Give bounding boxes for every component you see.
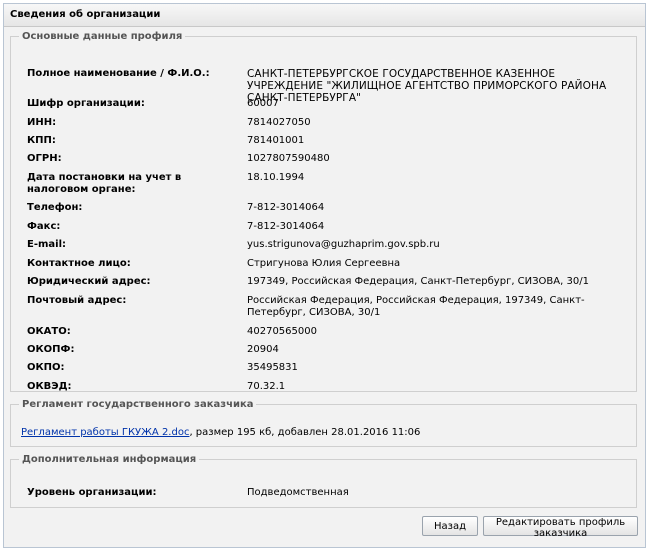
reglament-document-details: , размер 195 кб, добавлен 28.01.2016 11:… <box>189 427 421 438</box>
okato-value: 40270565000 <box>247 326 317 337</box>
back-button[interactable]: Назад <box>422 516 478 536</box>
phone-label: Телефон: <box>27 202 83 213</box>
org-code-value: 60007 <box>247 98 279 109</box>
phone-value: 7-812-3014064 <box>247 202 325 213</box>
ogrn-value: 1027807590480 <box>247 153 330 164</box>
legal-address-value: 197349, Российская Федерация, Санкт-Пете… <box>247 276 589 287</box>
postal-address-value: Российская Федерация, Российская Федерац… <box>247 295 585 318</box>
org-level-value: Подведомственная <box>247 487 349 498</box>
org-level-label: Уровень организации: <box>27 487 157 498</box>
reglament-section: Регламент государственного заказчика Рег… <box>10 399 637 447</box>
okved-label: ОКВЭД: <box>27 381 72 392</box>
main-profile-section: Основные данные профиля Полное наименова… <box>10 31 637 392</box>
kpp-label: КПП: <box>27 135 56 146</box>
full-name-label: Полное наименование / Ф.И.О.: <box>27 68 210 79</box>
fax-label: Факс: <box>27 221 61 232</box>
reglament-legend: Регламент государственного заказчика <box>22 399 254 410</box>
window-title: Сведения об организации <box>4 4 645 27</box>
email-value: yus.strigunova@guzhaprim.gov.spb.ru <box>247 239 440 250</box>
okpo-label: ОКПО: <box>27 362 65 373</box>
fax-value: 7-812-3014064 <box>247 221 325 232</box>
inn-value: 7814027050 <box>247 117 311 128</box>
ogrn-label: ОГРН: <box>27 153 62 164</box>
kpp-value: 781401001 <box>247 135 305 146</box>
main-profile-legend: Основные данные профиля <box>22 31 183 42</box>
edit-profile-button[interactable]: Редактировать профиль заказчика <box>483 516 638 539</box>
contact-value: Стригунова Юлия Сергеевна <box>247 258 401 269</box>
contact-label: Контактное лицо: <box>27 258 131 269</box>
legal-address-label: Юридический адрес: <box>27 276 151 287</box>
tax-date-value: 18.10.1994 <box>247 172 305 183</box>
reglament-line: Регламент работы ГКУЖА 2.doc, размер 195… <box>21 427 420 438</box>
postal-address-label: Почтовый адрес: <box>27 295 127 306</box>
okpo-value: 35495831 <box>247 362 298 373</box>
additional-info-section: Дополнительная информация Уровень органи… <box>10 454 637 508</box>
okopf-value: 20904 <box>247 344 279 355</box>
org-code-label: Шифр организации: <box>27 98 145 109</box>
tax-date-label: Дата постановки на учет в налоговом орга… <box>27 172 182 195</box>
okato-label: ОКАТО: <box>27 326 71 337</box>
inn-label: ИНН: <box>27 117 57 128</box>
reglament-document-link[interactable]: Регламент работы ГКУЖА 2.doc <box>21 427 189 438</box>
okopf-label: ОКОПФ: <box>27 344 75 355</box>
email-label: E-mail: <box>27 239 67 250</box>
okved-value: 70.32.1 <box>247 381 286 392</box>
additional-info-legend: Дополнительная информация <box>22 454 197 465</box>
